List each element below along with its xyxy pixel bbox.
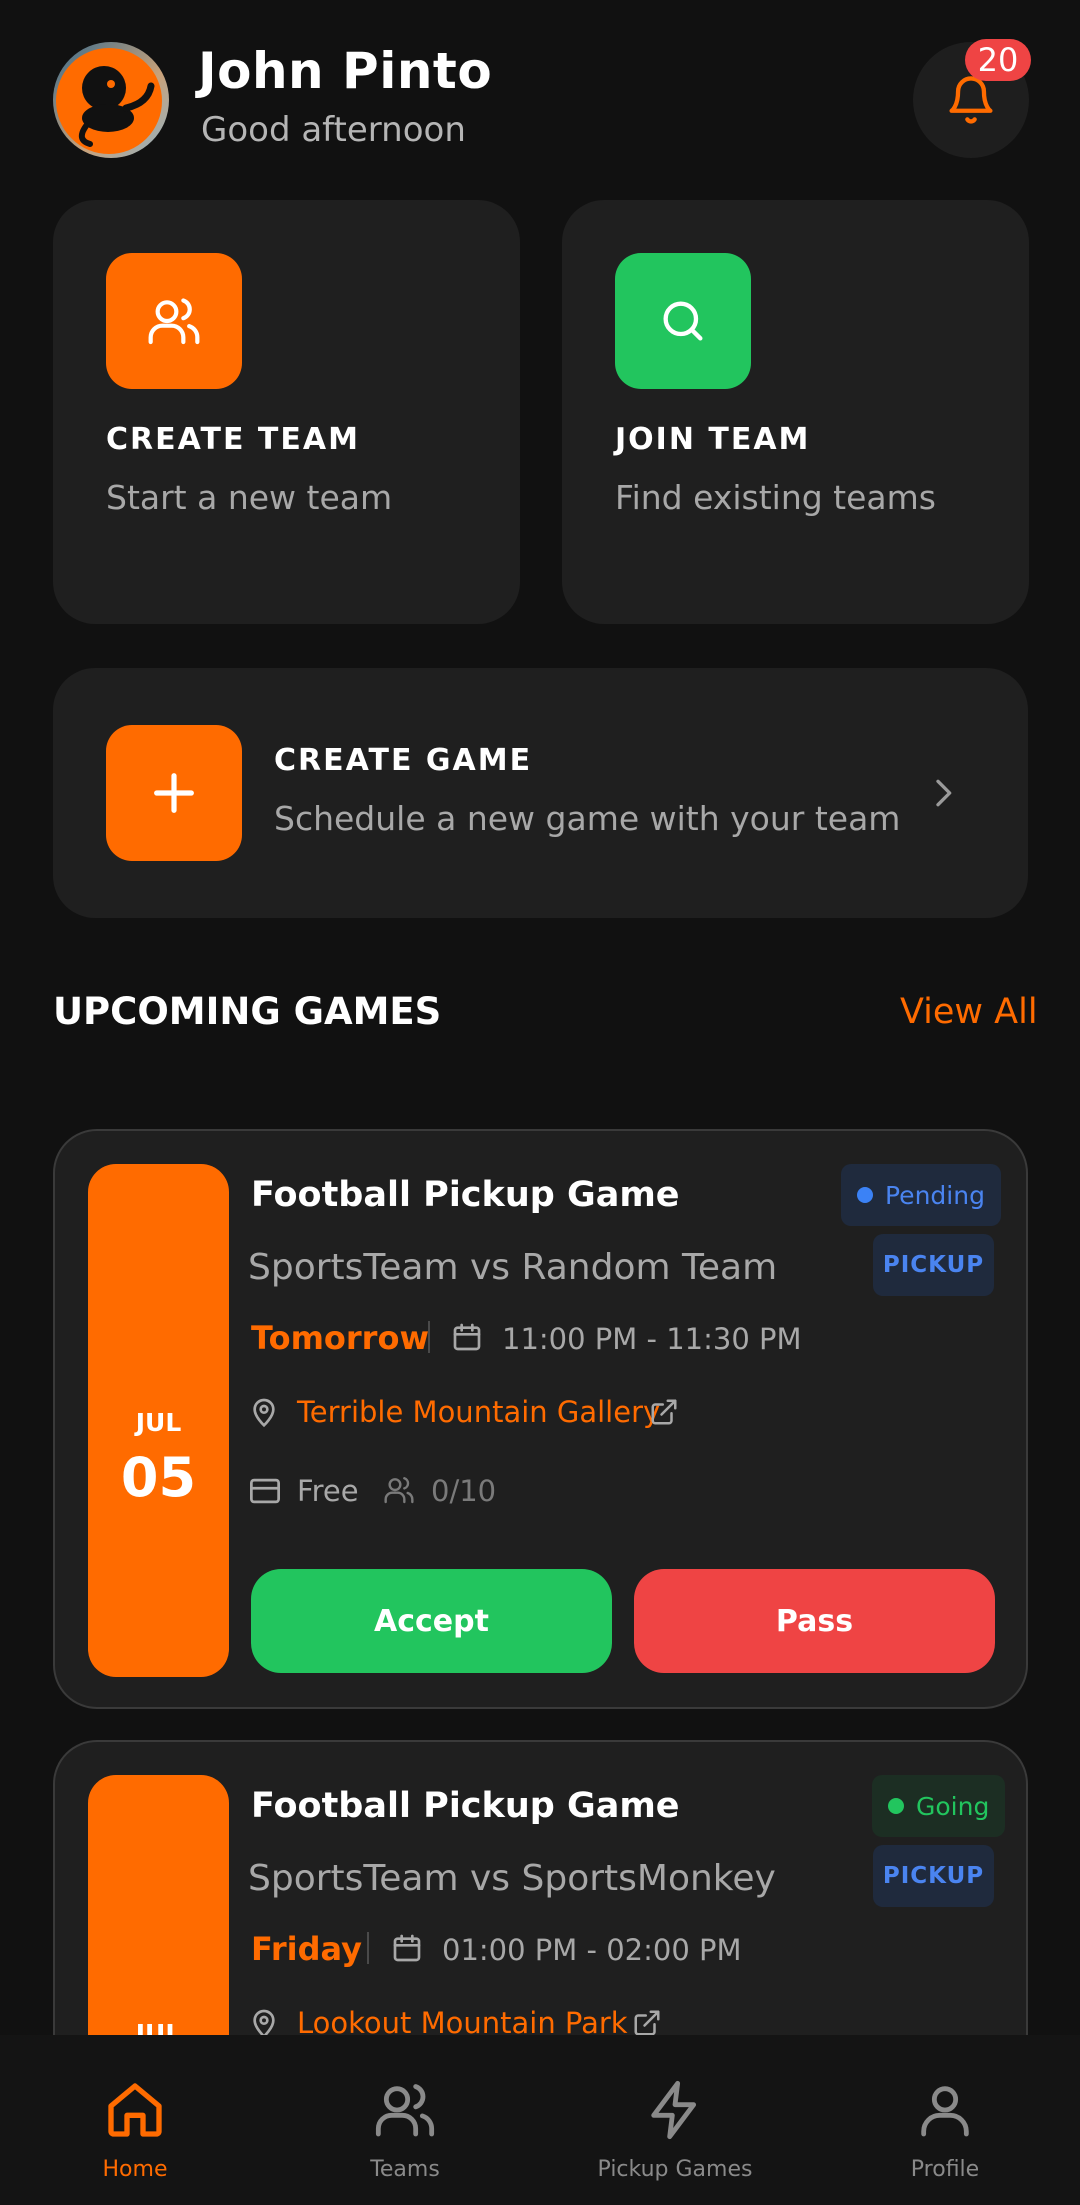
calendar-icon: [453, 1323, 481, 1351]
location-pin-icon: [253, 1398, 275, 1428]
divider: [367, 1932, 369, 1964]
game-title: Football Pickup Game: [251, 1175, 680, 1215]
game-time: 11:00 PM - 11:30 PM: [502, 1322, 802, 1356]
create-game-subtitle: Schedule a new game with your team: [274, 799, 901, 838]
bottom-nav: Home Teams Pickup Games Profile: [0, 2035, 1080, 2205]
game-type-badge: PICKUP: [873, 1845, 994, 1907]
pass-button[interactable]: Pass: [634, 1569, 995, 1673]
game-day: Friday: [251, 1930, 362, 1968]
date-block: JUL 05: [88, 1164, 229, 1677]
greeting: Good afternoon: [201, 110, 466, 150]
plus-icon: [106, 725, 242, 861]
status-dot: [857, 1187, 873, 1203]
user-icon: [921, 2086, 969, 2137]
status-label: Going: [916, 1791, 990, 1821]
nav-pickup-games[interactable]: Pickup Games: [540, 2035, 810, 2205]
chevron-right-icon: [936, 779, 952, 807]
credit-card-icon: [250, 1478, 280, 1504]
game-day: Tomorrow: [251, 1319, 429, 1357]
home-screen: John Pinto Good afternoon 20 CREATE TEAM…: [0, 0, 1080, 2205]
create-team-card[interactable]: CREATE TEAM Start a new team: [53, 200, 520, 624]
game-slots: 0/10: [431, 1474, 497, 1508]
join-team-subtitle: Find existing teams: [615, 478, 936, 517]
join-team-card[interactable]: JOIN TEAM Find existing teams: [562, 200, 1029, 624]
users-icon: [384, 1477, 414, 1504]
game-price: Free: [297, 1474, 359, 1508]
avatar[interactable]: [53, 42, 169, 158]
game-title: Football Pickup Game: [251, 1786, 680, 1826]
create-game-title: CREATE GAME: [274, 743, 533, 778]
home-icon: [108, 2083, 162, 2137]
nav-profile[interactable]: Profile: [810, 2035, 1080, 2205]
user-name: John Pinto: [198, 42, 493, 100]
create-game-card[interactable]: CREATE GAME Schedule a new game with you…: [53, 668, 1028, 918]
upcoming-games-title: UPCOMING GAMES: [53, 990, 442, 1033]
status-label: Pending: [885, 1180, 985, 1210]
accept-button[interactable]: Accept: [251, 1569, 612, 1673]
external-link-icon[interactable]: [632, 2008, 662, 2038]
nav-teams[interactable]: Teams: [270, 2035, 540, 2205]
nav-teams-label: Teams: [370, 2157, 440, 2182]
nav-home[interactable]: Home: [0, 2035, 270, 2205]
nav-home-label: Home: [102, 2157, 168, 2182]
create-team-title: CREATE TEAM: [106, 422, 360, 457]
header: John Pinto Good afternoon 20: [53, 39, 1031, 160]
users-icon: [375, 2084, 435, 2137]
calendar-icon: [393, 1934, 421, 1962]
nav-pickup-games-label: Pickup Games: [597, 2157, 753, 2182]
nav-profile-label: Profile: [910, 2157, 980, 2182]
lightning-icon: [651, 2080, 697, 2140]
view-all-link[interactable]: View All: [900, 992, 1038, 1032]
game-location-link[interactable]: Terrible Mountain Gallery: [297, 1395, 660, 1429]
join-team-title: JOIN TEAM: [615, 422, 811, 457]
game-card[interactable]: JUL Football Pickup Game Going PICKUP Sp…: [53, 1740, 1028, 2080]
status-badge: Pending: [841, 1164, 1001, 1226]
divider: [428, 1321, 430, 1353]
game-teams: SportsTeam vs Random Team: [248, 1247, 778, 1288]
date-day: 05: [120, 1446, 197, 1509]
external-link-icon[interactable]: [649, 1397, 679, 1427]
avatar-image: [56, 48, 162, 154]
game-time: 01:00 PM - 02:00 PM: [442, 1933, 742, 1967]
status-badge: Going: [872, 1775, 1006, 1837]
game-teams: SportsTeam vs SportsMonkey: [248, 1858, 776, 1899]
create-team-subtitle: Start a new team: [106, 478, 393, 517]
game-type-badge: PICKUP: [873, 1234, 994, 1296]
users-icon: [106, 253, 242, 389]
game-card[interactable]: JUL 05 Football Pickup Game Pending PICK…: [53, 1129, 1028, 1709]
search-icon: [615, 253, 751, 389]
notification-badge: 20: [965, 39, 1031, 81]
date-month: JUL: [135, 1408, 182, 1437]
status-dot: [888, 1798, 904, 1814]
